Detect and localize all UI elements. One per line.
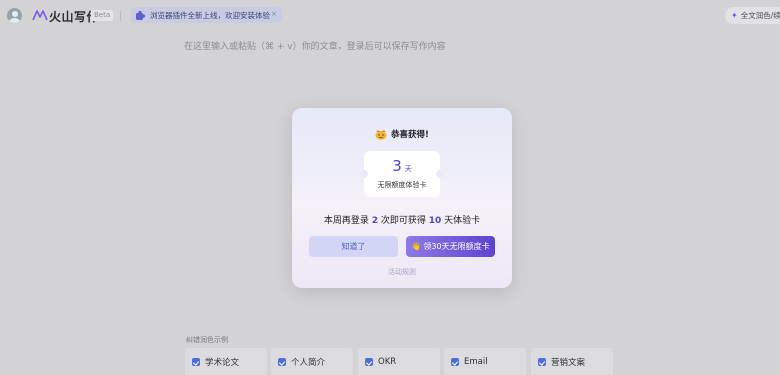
checkbox-icon bbox=[365, 358, 373, 366]
header-divider bbox=[120, 11, 121, 21]
user-avatar-icon[interactable] bbox=[7, 8, 22, 23]
trial-ticket: 3 天 无限额度体验卡 bbox=[360, 151, 444, 197]
examples-title: 纠错润色示例 bbox=[186, 336, 228, 344]
ticket-label: 无限额度体验卡 bbox=[377, 181, 427, 189]
example-card-academic[interactable]: 学术论文 bbox=[185, 348, 267, 375]
msg-suffix: 天体验卡 bbox=[444, 216, 481, 226]
close-icon[interactable]: × bbox=[271, 10, 277, 18]
msg-days: 10 bbox=[428, 216, 442, 226]
smile-crown-icon bbox=[375, 129, 387, 140]
example-label: Email bbox=[464, 357, 488, 367]
promo-text: 浏览器插件全新上线，欢迎安装体验 bbox=[150, 10, 270, 20]
promo-banner[interactable]: 浏览器插件全新上线，欢迎安装体验 × bbox=[131, 7, 282, 23]
sparkle-icon: ✦ bbox=[731, 11, 738, 20]
checkbox-icon bbox=[451, 358, 459, 366]
msg-prefix: 本周再登录 bbox=[323, 216, 369, 226]
example-label: 学术论文 bbox=[205, 358, 240, 368]
msg-middle: 次即可获得 bbox=[380, 216, 426, 226]
polish-button-label: 全文润色/续写 bbox=[740, 11, 780, 20]
ticket-value: 3 天 bbox=[364, 157, 440, 175]
logo-icon bbox=[32, 10, 48, 21]
example-label: OKR bbox=[378, 357, 397, 367]
top-bar: 火山写作 Beta 浏览器插件全新上线，欢迎安装体验 × ✦ 全文润色/续写 bbox=[0, 0, 780, 32]
editor-placeholder[interactable]: 在这里输入或粘贴（⌘ + v）你的文章，登录后可以保存写作内容 bbox=[184, 39, 446, 52]
ticket-unit: 天 bbox=[404, 165, 412, 173]
example-card-email[interactable]: Email bbox=[444, 348, 526, 375]
puzzle-icon bbox=[136, 10, 146, 20]
wave-hand-icon: 👋 bbox=[411, 242, 422, 251]
checkbox-icon bbox=[192, 358, 200, 366]
claim-card-label: 领30天无限额度卡 bbox=[423, 242, 490, 251]
beta-badge: Beta bbox=[91, 10, 114, 21]
claim-card-button[interactable]: 👋 领30天无限额度卡 bbox=[406, 236, 495, 257]
checkbox-icon bbox=[538, 358, 546, 366]
msg-count: 2 bbox=[371, 216, 378, 226]
activity-rules-link[interactable]: 活动规则 bbox=[292, 267, 512, 277]
example-card-marketing[interactable]: 营销文案 bbox=[531, 348, 613, 375]
example-card-okr[interactable]: OKR bbox=[358, 348, 440, 375]
reward-modal: 恭喜获得! 3 天 无限额度体验卡 本周再登录 2 次即可获得 10 天体验卡 … bbox=[292, 108, 512, 288]
checkbox-icon bbox=[278, 358, 286, 366]
modal-message: 本周再登录 2 次即可获得 10 天体验卡 bbox=[292, 213, 512, 226]
modal-header: 恭喜获得! bbox=[292, 128, 512, 140]
example-label: 营销文案 bbox=[551, 358, 586, 368]
modal-title: 恭喜获得! bbox=[391, 130, 429, 140]
example-card-bio[interactable]: 个人简介 bbox=[271, 348, 353, 375]
example-label: 个人简介 bbox=[291, 358, 326, 368]
polish-button[interactable]: ✦ 全文润色/续写 bbox=[725, 7, 780, 24]
ticket-number: 3 bbox=[392, 157, 402, 175]
acknowledge-button[interactable]: 知道了 bbox=[309, 236, 398, 257]
